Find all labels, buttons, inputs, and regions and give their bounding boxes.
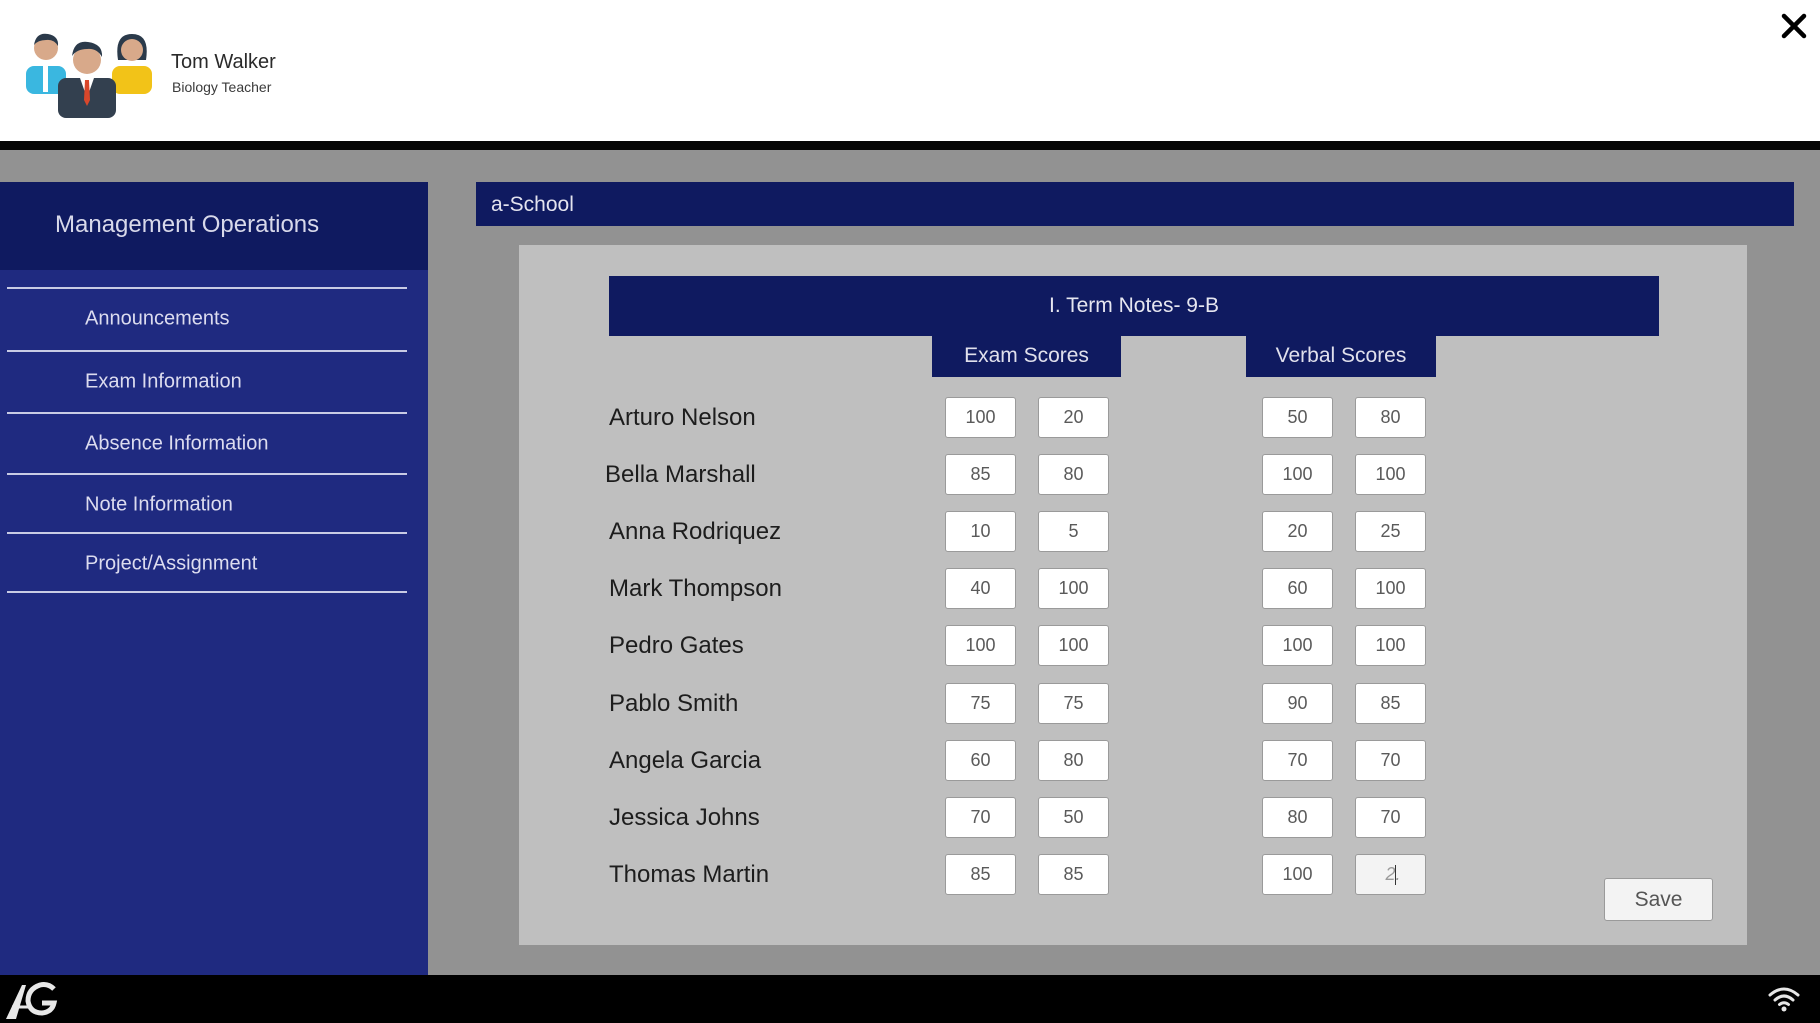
verbal-score-input-1[interactable]: 80 <box>1262 796 1333 838</box>
nav-divider <box>7 412 407 414</box>
sidebar-item-label: Exam Information <box>85 370 242 393</box>
close-icon[interactable] <box>1778 10 1810 42</box>
sidebar-item-label: Absence Information <box>85 432 269 455</box>
sidebar: Management Operations Announcements Exam… <box>0 182 428 975</box>
exam-scores-header: Exam Scores <box>932 336 1121 377</box>
student-row: Jessica Johns 70 50 80 70 <box>519 796 1747 838</box>
verbal-scores-label: Verbal Scores <box>1275 344 1407 367</box>
user-name: Tom Walker <box>171 51 276 73</box>
verbal-score-input-2[interactable]: 70 <box>1355 739 1426 781</box>
verbal-scores-header: Verbal Scores <box>1246 336 1436 377</box>
exam-score-input-1[interactable]: 75 <box>945 682 1016 724</box>
exam-score-input-1[interactable]: 10 <box>945 511 1016 553</box>
exam-score-input-1[interactable]: 60 <box>945 739 1016 781</box>
text-caret <box>1394 865 1396 886</box>
exam-score-input-1[interactable]: 70 <box>945 796 1016 838</box>
exam-score-input-2[interactable]: 50 <box>1038 796 1109 838</box>
exam-score-input-2[interactable]: 85 <box>1038 853 1109 895</box>
sidebar-item-note-information[interactable]: Note Information <box>7 476 407 534</box>
verbal-score-input-2[interactable]: 100 <box>1355 454 1426 496</box>
verbal-score-input-2[interactable]: 70 <box>1355 796 1426 838</box>
nav-divider <box>7 591 407 593</box>
nav-divider <box>7 473 407 475</box>
user-role: Biology Teacher <box>172 79 272 95</box>
footer-bar <box>0 975 1820 1023</box>
exam-score-input-2[interactable]: 5 <box>1038 511 1109 553</box>
student-row: Arturo Nelson 100 20 50 80 <box>519 397 1747 438</box>
exam-score-input-2[interactable]: 75 <box>1038 682 1109 724</box>
verbal-score-input-2[interactable]: 2. <box>1355 853 1426 895</box>
verbal-score-input-1[interactable]: 70 <box>1262 739 1333 781</box>
verbal-score-input-2[interactable]: 80 <box>1355 397 1426 438</box>
student-name: Arturo Nelson <box>609 404 756 431</box>
student-name: Thomas Martin <box>609 860 770 888</box>
exam-score-input-2[interactable]: 80 <box>1038 739 1109 781</box>
exam-score-input-2[interactable]: 100 <box>1038 625 1109 667</box>
student-row: Pablo Smith 75 75 90 85 <box>519 682 1747 724</box>
exam-scores-label: Exam Scores <box>964 344 1089 367</box>
student-name: Angela Garcia <box>609 746 762 774</box>
exam-score-input-1[interactable]: 100 <box>945 625 1016 667</box>
exam-score-input-1[interactable]: 85 <box>945 454 1016 496</box>
sidebar-item-announcements[interactable]: Announcements <box>7 290 407 348</box>
verbal-score-input-1[interactable]: 90 <box>1262 682 1333 724</box>
people-group-icon <box>26 33 152 118</box>
nav-divider <box>7 532 407 534</box>
sidebar-item-absence-information[interactable]: Absence Information <box>7 415 407 473</box>
student-name: Jessica Johns <box>609 803 760 831</box>
sidebar-item-project-assignment[interactable]: Project/Assignment <box>7 535 407 593</box>
exam-score-input-2[interactable]: 20 <box>1038 397 1109 438</box>
verbal-score-input-2[interactable]: 25 <box>1355 511 1426 553</box>
exam-score-input-2[interactable]: 80 <box>1038 454 1109 496</box>
sidebar-header: Management Operations <box>0 182 428 270</box>
verbal-score-input-1[interactable]: 100 <box>1262 853 1333 895</box>
exam-score-input-1[interactable]: 100 <box>945 397 1016 438</box>
nav-divider <box>7 350 407 352</box>
app-header: Tom Walker Biology Teacher <box>0 0 1820 141</box>
ag-logo-icon <box>6 982 58 1019</box>
student-row: Pedro Gates 100 100 100 100 <box>519 625 1747 667</box>
verbal-score-input-1[interactable]: 60 <box>1262 568 1333 610</box>
verbal-score-input-1[interactable]: 100 <box>1262 625 1333 667</box>
sidebar-item-label: Announcements <box>85 307 230 330</box>
exam-score-input-1[interactable]: 85 <box>945 853 1016 895</box>
term-title: I. Term Notes- 9-B <box>1049 294 1219 317</box>
verbal-score-input-1[interactable]: 100 <box>1262 454 1333 496</box>
header-divider <box>0 141 1820 150</box>
exam-score-input-2[interactable]: 100 <box>1038 568 1109 610</box>
student-row: Bella Marshall 85 80 100 100 <box>519 454 1747 496</box>
student-row: Anna Rodriquez 10 5 20 25 <box>519 511 1747 553</box>
exam-score-input-1[interactable]: 40 <box>945 568 1016 610</box>
save-button[interactable]: Save <box>1604 878 1713 921</box>
wifi-icon <box>1768 987 1800 1012</box>
verbal-score-input-2[interactable]: 85 <box>1355 682 1426 724</box>
term-title-bar: I. Term Notes- 9-B <box>609 276 1659 336</box>
sidebar-item-exam-information[interactable]: Exam Information <box>7 353 407 411</box>
student-name: Pablo Smith <box>609 689 739 717</box>
app-title: a-School <box>491 193 574 216</box>
verbal-score-input-1[interactable]: 20 <box>1262 511 1333 553</box>
student-name: Mark Thompson <box>609 575 782 603</box>
input-placeholder: 2. <box>1385 863 1401 884</box>
student-row: Mark Thompson 40 100 60 100 <box>519 568 1747 610</box>
student-row: Thomas Martin 85 85 100 2. <box>519 853 1747 895</box>
student-name: Bella Marshall <box>605 461 756 489</box>
notes-panel: I. Term Notes- 9-B Exam Scores Verbal Sc… <box>519 245 1747 945</box>
verbal-score-input-2[interactable]: 100 <box>1355 625 1426 667</box>
sidebar-item-label: Project/Assignment <box>85 552 258 575</box>
verbal-score-input-1[interactable]: 50 <box>1262 397 1333 438</box>
student-row: Angela Garcia 60 80 70 70 <box>519 739 1747 781</box>
verbal-score-input-2[interactable]: 100 <box>1355 568 1426 610</box>
app-title-bar: a-School <box>476 182 1794 226</box>
student-name: Anna Rodriquez <box>609 518 782 546</box>
nav-divider <box>7 287 407 289</box>
sidebar-title: Management Operations <box>55 211 320 238</box>
student-name: Pedro Gates <box>609 632 744 660</box>
sidebar-item-label: Note Information <box>85 493 233 516</box>
